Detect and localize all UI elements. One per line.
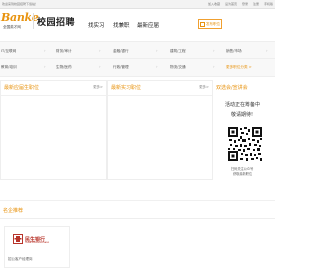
chevron-right-icon: ›: [44, 48, 46, 53]
category-label: 财务/审计: [56, 49, 72, 53]
category-row-divider: [0, 58, 275, 59]
category-logistics[interactable]: 物流/交通 ›: [170, 64, 215, 70]
panel-title: 最新实习职位: [111, 85, 142, 91]
category-label: 教育/培训: [1, 65, 17, 69]
bank-english-name: CHINA MINSHENG BANK: [25, 242, 50, 244]
login-link[interactable]: 登录: [242, 2, 248, 6]
add-favorite-link[interactable]: 加入收藏: [208, 2, 220, 6]
internship-jobs-panel: 最新实习职位 更多>: [107, 80, 213, 180]
qr-caption-line2: 获取最新职位: [233, 172, 253, 176]
bank-logo: 民生银行 CHINA MINSHENG BANK: [13, 233, 53, 244]
category-it[interactable]: IT/互联网 ›: [1, 48, 46, 54]
category-label: 物流/交通: [170, 65, 186, 69]
chevron-right-icon: ›: [156, 64, 158, 69]
welcome-text: 欢迎来到校园招聘下载站！: [2, 2, 39, 6]
qr-code-graphic: [227, 126, 263, 162]
recommend-divider: [0, 218, 275, 219]
category-banking[interactable]: 金融/银行 ›: [113, 48, 158, 54]
nav-internship[interactable]: 找实习: [88, 21, 105, 29]
nav-parttime[interactable]: 找兼职: [113, 21, 130, 29]
set-homepage-link[interactable]: 设为首页: [225, 2, 237, 6]
chevron-right-icon: ›: [213, 48, 215, 53]
category-label: 金融/银行: [113, 49, 129, 53]
category-construction[interactable]: 建筑/工程 ›: [170, 48, 215, 54]
panel-divider: [1, 95, 106, 96]
category-label: 生物/医药: [56, 65, 72, 69]
category-sales[interactable]: 销售/市场 ›: [226, 48, 268, 54]
panel-more-link[interactable]: 更多>: [93, 85, 103, 90]
more-categories-link[interactable]: 更多职位分类 >: [226, 65, 252, 70]
chevron-right-icon: ›: [99, 64, 101, 69]
top-links: 加入收藏 设为首页 登录 注册 手机版: [204, 0, 273, 8]
mobile-link[interactable]: 手机版: [264, 2, 273, 6]
category-education[interactable]: 教育/培训 ›: [1, 64, 46, 70]
category-medical[interactable]: 生物/医药 ›: [56, 64, 101, 70]
nav-graduate[interactable]: 最新应届: [137, 21, 159, 29]
panel-divider: [108, 95, 212, 96]
site-slogan: 校园招聘: [37, 18, 76, 28]
category-finance[interactable]: 财务/审计 ›: [56, 48, 101, 54]
job-fair-title: 双选会/宣讲会: [216, 85, 248, 91]
company-card[interactable]: 民生银行 CHINA MINSHENG BANK 招公客户经理岗: [4, 226, 70, 268]
company-job-caption: 招公客户经理岗: [8, 257, 33, 261]
category-label: 建筑/工程: [170, 49, 186, 53]
post-job-button[interactable]: 发布职位: [198, 19, 222, 29]
logo-divider: [33, 13, 34, 29]
panel-title: 最新应届生职位: [4, 85, 40, 91]
panel-more-link[interactable]: 更多>: [199, 85, 209, 90]
category-admin[interactable]: 行政/管理 ›: [113, 64, 158, 70]
logo-subtitle: 全国英才网: [3, 25, 21, 29]
post-job-label: 发布职位: [206, 22, 220, 26]
category-bar: [0, 41, 275, 77]
chevron-right-icon: ›: [99, 48, 101, 53]
chevron-right-icon: ›: [44, 64, 46, 69]
section-divider: [0, 200, 275, 201]
recommend-title: 名企推荐: [3, 208, 24, 214]
category-label: 销售/市场: [226, 49, 242, 53]
job-fair-stay-tuned: 敬请期待!: [231, 112, 254, 118]
bank-emblem-icon: [13, 234, 23, 244]
category-label: 行政/管理: [113, 65, 129, 69]
top-utility-bar: 欢迎来到校园招聘下载站！ 加入收藏 设为首页 登录 注册 手机版: [0, 0, 275, 9]
qr-code: [227, 126, 263, 162]
chevron-right-icon: ›: [266, 48, 268, 53]
graduate-jobs-panel: 最新应届生职位 更多>: [0, 80, 107, 180]
category-label: IT/互联网: [1, 49, 17, 53]
site-logo[interactable]: Banke 全国英才网: [1, 12, 39, 34]
chevron-right-icon: ›: [213, 64, 215, 69]
register-link[interactable]: 注册: [253, 2, 259, 6]
document-icon: [200, 21, 205, 27]
job-fair-status: 活动正在筹备中: [225, 102, 261, 108]
chevron-right-icon: ›: [156, 48, 158, 53]
